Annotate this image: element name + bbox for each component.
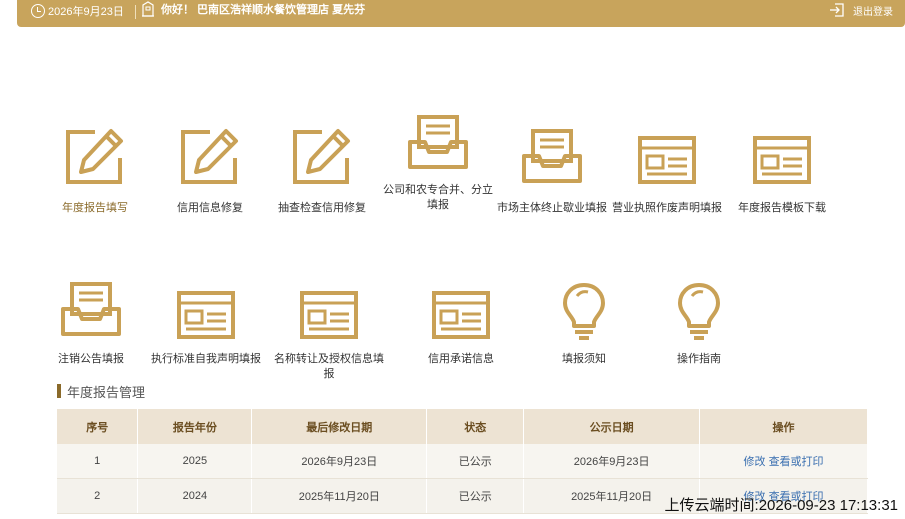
- tile-label: 操作指南: [677, 353, 721, 365]
- tile-template-download[interactable]: 年度报告模板下载: [722, 128, 842, 218]
- tile-label: 执行标准自我声明填报: [151, 353, 261, 365]
- tile-inspection-repair[interactable]: 抽查检查信用修复: [262, 128, 382, 218]
- cell-actions: 修改 查看或打印: [699, 444, 868, 479]
- tile-termination[interactable]: 市场主体终止歇业填报: [492, 128, 612, 218]
- column-header: 状态: [426, 409, 525, 444]
- cell-modified: 2026年9月23日: [251, 444, 428, 479]
- form-window-icon: [753, 136, 811, 184]
- top-bar: 2026年9月23日 你好！ 巴南区浩祥顺水餐饮管理店 夏先芬 退出登录: [17, 0, 905, 27]
- tile-label: 年度报告模板下载: [738, 202, 826, 214]
- user-greeting: 你好！ 巴南区浩祥顺水餐饮管理店 夏先芬: [141, 1, 365, 17]
- cell-year: 2025: [137, 444, 253, 479]
- form-window-icon: [432, 291, 490, 339]
- column-header: 操作: [699, 409, 868, 444]
- tile-label: 抽查检查信用修复: [278, 202, 366, 214]
- date-text: 2026年9月23日: [48, 6, 124, 18]
- section-marker: [57, 384, 61, 398]
- clock-icon: [31, 4, 45, 18]
- tile-standard-declaration[interactable]: 执行标准自我声明填报: [146, 283, 266, 371]
- tile-deregistration[interactable]: 注销公告填报: [31, 281, 151, 371]
- tile-credit-commitment[interactable]: 信用承诺信息: [401, 283, 521, 371]
- tile-label: 信用承诺信息: [428, 353, 494, 365]
- cell-year: 2024: [137, 478, 253, 514]
- tile-label: 填报须知: [562, 353, 606, 365]
- tile-label: 公司和农专合并、分立填报: [383, 184, 493, 211]
- cell-published: 2026年9月23日: [523, 444, 701, 479]
- column-header: 报告年份: [137, 409, 253, 444]
- upload-timestamp-watermark: 上传云端时间:2026-09-23 17:13:31: [664, 497, 898, 514]
- form-window-icon: [177, 291, 235, 339]
- edit-link[interactable]: 修改: [744, 456, 766, 468]
- divider: [135, 5, 136, 19]
- pencil-edit-icon: [66, 129, 123, 184]
- inbox-tray-icon: [522, 129, 582, 183]
- cell-no: 2: [57, 478, 139, 514]
- tile-operation-guide[interactable]: 操作指南: [639, 282, 759, 371]
- column-header: 最后修改日期: [251, 409, 428, 444]
- greeting-text: 你好！ 巴南区浩祥顺水餐饮管理店 夏先芬: [161, 4, 366, 16]
- tile-label: 年度报告填写: [62, 202, 128, 214]
- cell-status: 已公示: [426, 444, 525, 479]
- pencil-edit-icon: [181, 129, 238, 184]
- tile-merger-split[interactable]: 公司和农专合并、分立填报: [378, 114, 498, 218]
- pencil-edit-icon: [293, 129, 350, 184]
- inbox-tray-icon: [61, 282, 121, 336]
- tile-label: 名称转让及授权信息填报: [274, 353, 384, 380]
- inbox-tray-icon: [408, 115, 468, 169]
- tile-filing-notice[interactable]: 填报须知: [524, 282, 644, 371]
- tile-label: 营业执照作废声明填报: [612, 202, 722, 214]
- column-header: 序号: [57, 409, 139, 444]
- tile-name-transfer[interactable]: 名称转让及授权信息填报: [269, 283, 389, 380]
- table-row: 1 2025 2026年9月23日 已公示 2026年9月23日 修改 查看或打…: [57, 444, 868, 479]
- tile-credit-repair[interactable]: 信用信息修复: [150, 128, 270, 218]
- tile-license-void[interactable]: 营业执照作废声明填报: [607, 128, 727, 218]
- logout-label: 退出登录: [853, 6, 893, 18]
- tile-annual-report[interactable]: 年度报告填写: [35, 128, 155, 218]
- view-print-link[interactable]: 查看或打印: [769, 456, 824, 468]
- section-title-text: 年度报告管理: [67, 384, 146, 400]
- form-window-icon: [638, 136, 696, 184]
- logout-icon: [830, 3, 844, 17]
- date-display: 2026年9月23日: [31, 3, 124, 19]
- table-header-row: 序号 报告年份 最后修改日期 状态 公示日期 操作: [57, 409, 868, 444]
- section-title: 年度报告管理: [57, 383, 146, 400]
- cell-status: 已公示: [426, 478, 525, 514]
- tile-label: 市场主体终止歇业填报: [497, 202, 607, 214]
- tile-label: 信用信息修复: [177, 202, 243, 214]
- tile-label: 注销公告填报: [58, 353, 124, 365]
- cell-modified: 2025年11月20日: [251, 478, 428, 514]
- building-icon: [142, 1, 154, 17]
- cell-no: 1: [57, 444, 139, 479]
- column-header: 公示日期: [523, 409, 701, 444]
- lightbulb-icon: [678, 283, 720, 340]
- lightbulb-icon: [563, 283, 605, 340]
- form-window-icon: [300, 291, 358, 339]
- logout-button[interactable]: 退出登录: [829, 2, 893, 18]
